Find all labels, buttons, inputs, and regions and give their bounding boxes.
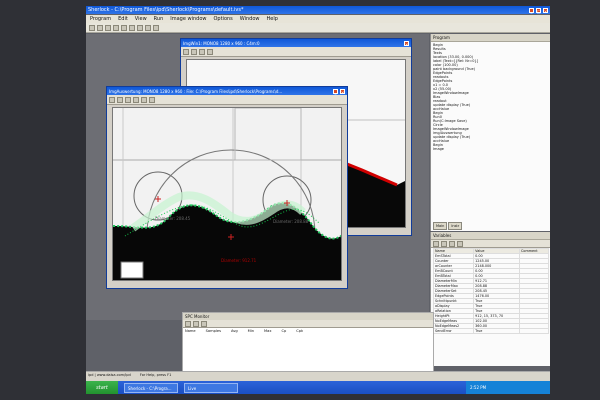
tree-item[interactable]: Image — [433, 147, 548, 151]
new-icon[interactable] — [89, 24, 95, 31]
screen: Sherlock - C:\Program Files\ipd\Sherlock… — [86, 6, 550, 394]
taskbar-sherlock-button[interactable]: Sherlock - C:\Progra... — [124, 382, 178, 393]
variables-panel: Variables Name Value Comment EmSTotal 0.… — [430, 232, 550, 366]
back-window-toolbar — [181, 47, 411, 57]
spc-column-avg: Avg — [230, 329, 238, 333]
status-right: For Help, press F1 — [139, 373, 172, 377]
back-window-close-button[interactable]: × — [404, 40, 409, 47]
front-window-title: ImgAuswertung: MONO8 1280 x 960 : File: … — [109, 88, 283, 94]
variables-toolbar — [431, 240, 550, 248]
zoom-in-icon[interactable] — [109, 96, 115, 103]
spc-column-max: Max — [264, 329, 272, 333]
taskbar-live-button[interactable]: Live — [184, 382, 238, 393]
zoom-out-icon[interactable] — [191, 48, 197, 55]
front-window-titlebar[interactable]: ImgAuswertung: MONO8 1280 x 960 : File: … — [107, 87, 347, 95]
circle-icon[interactable] — [133, 96, 139, 103]
spc-column-cpk: Cpk — [296, 329, 304, 333]
tab-main[interactable]: Main — [433, 222, 448, 230]
back-window-titlebar[interactable]: ImgWin1: MONO8 1280 x 960 : C4m:0 × — [181, 39, 411, 47]
point-icon[interactable] — [141, 96, 147, 103]
image-window-front[interactable]: ImgAuswertung: MONO8 1280 x 960 : File: … — [106, 86, 348, 289]
front-window-minimize-button[interactable]: _ — [333, 88, 338, 95]
left-diameter-label: Diameter: 208.45 — [155, 216, 191, 221]
menu-window[interactable]: Window — [240, 16, 260, 22]
menu-bar: Program Edit View Run Image window Optio… — [86, 15, 550, 23]
close-button[interactable]: × — [543, 7, 548, 14]
maximize-button[interactable]: □ — [536, 7, 541, 14]
zoom-in-icon[interactable] — [183, 48, 189, 55]
save-icon[interactable] — [105, 24, 111, 31]
menu-run[interactable]: Run — [154, 16, 164, 22]
minimize-button[interactable]: _ — [529, 7, 534, 14]
front-window-close-button[interactable]: × — [340, 88, 345, 95]
spc-columns: Name Samples Avg Min Max Cp Cpk — [185, 329, 431, 336]
pan-icon[interactable] — [199, 48, 205, 55]
variables-panel-title: Variables — [431, 232, 550, 240]
main-toolbar — [86, 23, 550, 33]
app-title: Sherlock - C:\Program Files\ipd\Sherlock… — [88, 7, 244, 13]
new-variable-icon[interactable] — [433, 240, 439, 247]
step-icon[interactable] — [153, 24, 159, 31]
spc-toolbar — [183, 320, 433, 328]
measure-icon[interactable] — [149, 96, 155, 103]
edit-variable-icon[interactable] — [449, 240, 455, 247]
zoom-out-icon[interactable] — [117, 96, 123, 103]
variables-table[interactable]: Name Value Comment EmSTotal 0.00 Counter 1… — [433, 248, 549, 358]
front-window-canvas[interactable]: Diameter: 208.45 Diameter: 208.88 Diamet… — [112, 107, 342, 281]
paste-icon[interactable] — [129, 24, 135, 31]
program-tree[interactable]: Begin Results Texts location (33.00, 0.0… — [433, 43, 548, 221]
copy-icon[interactable] — [121, 24, 127, 31]
front-window-toolbar — [107, 95, 347, 105]
menu-options[interactable]: Options — [213, 16, 232, 22]
spc-column-min: Min — [247, 329, 255, 333]
rectangle-icon[interactable] — [125, 96, 131, 103]
menu-help[interactable]: Help — [267, 16, 278, 22]
taskbar: start Sherlock - C:\Progra... Live 2:52 … — [86, 381, 550, 394]
refresh-icon[interactable] — [457, 240, 463, 247]
cut-icon[interactable] — [113, 24, 119, 31]
spc-column-name: Name — [185, 329, 196, 333]
menu-program[interactable]: Program — [90, 16, 111, 22]
main-titlebar[interactable]: Sherlock - C:\Program Files\ipd\Sherlock… — [86, 6, 550, 14]
program-panel-title: Program — [431, 34, 550, 42]
delete-variable-icon[interactable] — [441, 240, 447, 247]
menu-edit[interactable]: Edit — [118, 16, 128, 22]
clock: 2:52 PM — [470, 385, 487, 390]
stop-icon[interactable] — [145, 24, 151, 31]
open-icon[interactable] — [97, 24, 103, 31]
program-tabs: Main Instr — [433, 222, 463, 230]
bottom-diameter-label: Diameter: 912.71 — [221, 258, 257, 263]
system-tray: 2:52 PM — [466, 381, 550, 394]
program-panel: Program Begin Results Texts location (33… — [430, 34, 550, 231]
reset-icon[interactable] — [201, 320, 207, 327]
spc-monitor-panel: SPC Monitor Name Samples Avg Min Max Cp … — [182, 312, 434, 380]
start-button[interactable]: start — [86, 381, 118, 394]
table-row[interactable]: SendError True — [433, 328, 549, 334]
front-window-image — [113, 108, 341, 280]
spc-column-cp: Cp — [281, 329, 287, 333]
tab-instr[interactable]: Instr — [448, 222, 463, 230]
spc-column-samples: Samples — [205, 329, 221, 333]
menu-image-window[interactable]: Image window — [170, 16, 206, 22]
status-left: ipd | www.dalsa.com/ipd — [88, 373, 131, 377]
menu-view[interactable]: View — [135, 16, 147, 22]
chart-icon[interactable] — [193, 320, 199, 327]
right-diameter-label: Diameter: 208.88 — [273, 219, 309, 224]
monitor-frame: Sherlock - C:\Program Files\ipd\Sherlock… — [0, 0, 600, 400]
camera-icon[interactable] — [207, 48, 213, 55]
run-icon[interactable] — [137, 24, 143, 31]
back-window-title: ImgWin1: MONO8 1280 x 960 : C4m:0 — [183, 40, 260, 46]
check-icon[interactable] — [185, 320, 191, 327]
